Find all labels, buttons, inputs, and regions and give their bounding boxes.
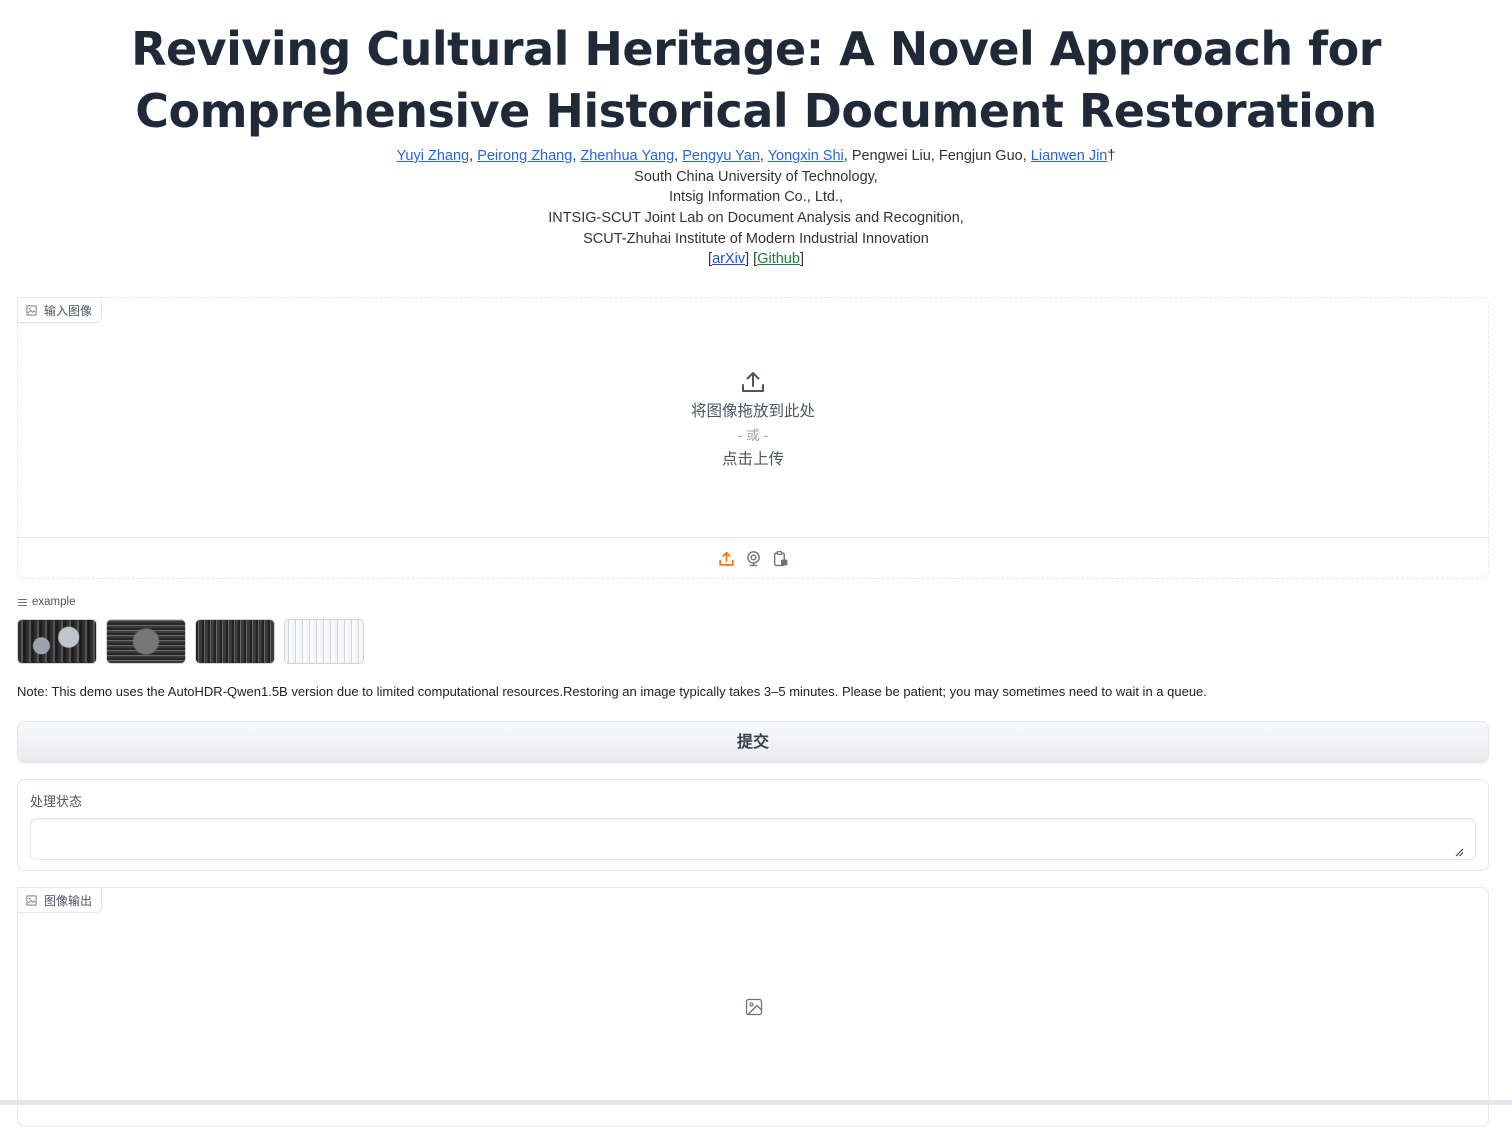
output-image-label: 图像输出 [17, 887, 103, 913]
title-line-2: Comprehensive Historical Document Restor… [135, 84, 1377, 138]
list-icon [18, 598, 27, 606]
webcam-icon[interactable] [745, 550, 762, 567]
note-text: Note: This demo uses the AutoHDR-Qwen1.5… [17, 684, 1207, 699]
drop-area[interactable]: 将图像拖放到此处 - 或 - 点击上传 [18, 368, 1488, 472]
example-thumbnail[interactable] [195, 619, 275, 664]
affiliation: Intsig Information Co., Ltd., [668, 189, 844, 206]
clipboard-icon[interactable] [772, 550, 789, 567]
author-list: Yuyi Zhang, Peirong Zhang, Zhenhua Yang,… [396, 148, 1116, 164]
example-thumbnail[interactable] [106, 619, 186, 664]
title-line-1: Reviving Cultural Heritage: A Novel Appr… [131, 22, 1381, 76]
upload-icon [742, 372, 764, 392]
corresponding-dagger: † [1107, 148, 1116, 164]
input-image-label-text: 输入图像 [44, 303, 93, 318]
output-image-panel: 图像输出 [17, 887, 1489, 1127]
affiliation: South China University of Technology, [634, 168, 878, 185]
drop-text: 将图像拖放到此处 [690, 403, 815, 420]
resize-handle-icon[interactable] [1454, 847, 1464, 857]
author-link[interactable]: Yuyi Zhang [397, 148, 470, 164]
submit-button[interactable]: 提交 [17, 721, 1489, 763]
authors-plain: , Pengwei Liu, Fengjun Guo, [843, 148, 1031, 164]
author-link[interactable]: Zhenhua Yang [580, 148, 674, 164]
input-image-label: 输入图像 [17, 297, 103, 323]
bottom-divider [0, 1100, 1512, 1105]
arxiv-link[interactable]: arXiv [712, 251, 745, 267]
author-link[interactable]: Lianwen Jin [1031, 148, 1108, 164]
author-link[interactable]: Peirong Zhang [477, 148, 572, 164]
image-placeholder-icon [745, 998, 763, 1016]
input-image-dropzone[interactable]: 输入图像 将图像拖放到此处 - 或 - 点击上传 [17, 297, 1489, 579]
image-icon [26, 894, 37, 906]
github-link[interactable]: Github [757, 251, 800, 267]
output-image-label-text: 图像输出 [44, 893, 93, 908]
image-icon [26, 304, 37, 316]
status-label: 处理状态 [30, 794, 83, 809]
example-thumbnail[interactable] [284, 619, 364, 664]
example-thumbnail[interactable] [17, 619, 97, 664]
source-selector [18, 537, 1488, 578]
examples-label: example [18, 596, 75, 608]
paper-links: [arXiv] [Github] [708, 251, 804, 268]
examples-gallery [17, 619, 364, 664]
status-panel: 处理状态 [17, 779, 1489, 871]
upload-icon[interactable] [718, 550, 735, 567]
author-link[interactable]: Yongxin Shi [768, 148, 844, 164]
examples-label-text: example [32, 596, 76, 608]
author-link[interactable]: Pengyu Yan [682, 148, 760, 164]
status-textbox[interactable] [30, 818, 1476, 860]
affiliation: SCUT-Zhuhai Institute of Modern Industri… [583, 230, 929, 247]
affiliation: INTSIG-SCUT Joint Lab on Document Analys… [548, 209, 964, 226]
header: Reviving Cultural Heritage: A Novel Appr… [0, 18, 1512, 270]
click-upload-text: 点击上传 [721, 451, 784, 468]
or-text: - 或 - [738, 428, 768, 443]
page-title: Reviving Cultural Heritage: A Novel Appr… [0, 18, 1512, 142]
